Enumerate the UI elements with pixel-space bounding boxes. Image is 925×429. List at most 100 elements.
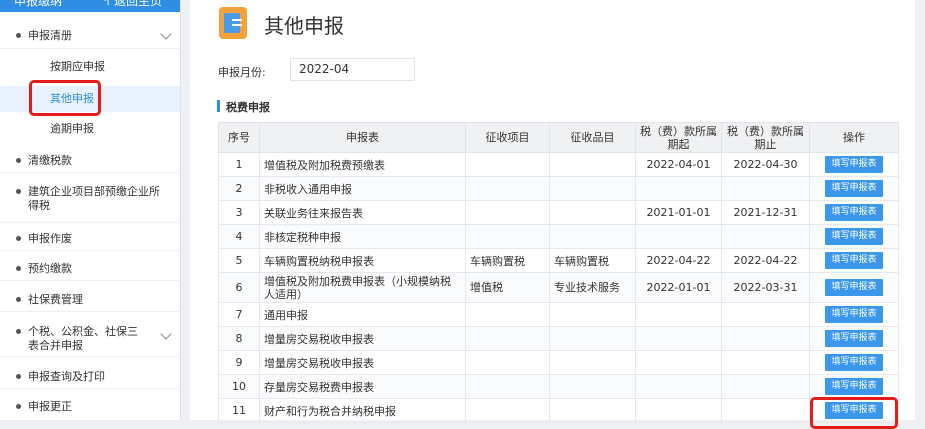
sidebar-item-scheduled-payment[interactable]: 预约缴款 [0, 258, 180, 281]
cell-end [721, 224, 810, 249]
cell-start [635, 176, 722, 201]
page-title: 其他申报 [264, 14, 344, 38]
bullet-icon [16, 329, 21, 334]
back-arrow-icon[interactable]: ↰ [101, 0, 111, 9]
table-row: 1 增值税及附加税费预缴表 2022-04-01 2022-04-30 填写申报… [218, 152, 899, 177]
fill-form-button[interactable]: 填写申报表 [825, 156, 883, 173]
cell-subitem [549, 326, 636, 351]
cell-form: 增值税及附加税费预缴表 [259, 152, 466, 177]
cell-form: 关联业务往来报告表 [259, 200, 466, 225]
bullet-icon [16, 404, 21, 409]
sidebar-item-combined-declaration[interactable]: 个税、公积金、社保三表合并申报 [0, 320, 180, 357]
chevron-down-icon[interactable] [160, 328, 172, 340]
cell-start [635, 326, 722, 351]
cell-no: 11 [218, 398, 260, 423]
cell-subitem [549, 350, 636, 375]
declaration-table: 序号 申报表 征收项目 征收品目 税（费）款所属期起 税（费）款所属期止 操作 … [218, 122, 899, 423]
cell-end [721, 326, 810, 351]
fill-form-button[interactable]: 填写申报表 [825, 252, 883, 269]
cell-end: 2021-12-31 [721, 200, 810, 225]
bullet-icon [16, 189, 21, 194]
cell-action: 填写申报表 [809, 152, 899, 177]
cell-item [465, 326, 550, 351]
cell-item [465, 302, 550, 327]
cell-form: 通用申报 [259, 302, 466, 327]
sidebar-item-void[interactable]: 申报作废 [0, 228, 180, 251]
cell-action: 填写申报表 [809, 374, 899, 399]
sidebar-subitem-overdue[interactable]: 逾期申报 [0, 118, 180, 140]
section-marker [217, 100, 220, 112]
cell-no: 3 [218, 200, 260, 225]
cell-end [721, 374, 810, 399]
cell-no: 4 [218, 224, 260, 249]
bullet-icon [16, 266, 21, 271]
sidebar-item-correction[interactable]: 申报更正 [0, 396, 180, 418]
cell-form: 增值税及附加税费申报表（小规模纳税人适用） [259, 272, 466, 303]
header-period-end: 税（费）款所属期止 [721, 122, 810, 153]
cell-item [465, 176, 550, 201]
back-home-link[interactable]: 返回主页 [114, 0, 162, 9]
cell-form: 财产和行为税合并纳税申报 [259, 398, 466, 423]
chevron-down-icon[interactable] [160, 28, 172, 40]
cell-form: 存量房交易税费申报表 [259, 374, 466, 399]
cell-start [635, 350, 722, 375]
highlight-box [29, 80, 101, 116]
table-row: 8 增量房交易税收申报表 填写申报表 [218, 326, 899, 351]
table-header-row: 序号 申报表 征收项目 征收品目 税（费）款所属期起 税（费）款所属期止 操作 [218, 122, 899, 153]
table-row: 5 车辆购置税纳税申报表 车辆购置税 车辆购置税 2022-04-22 2022… [218, 248, 899, 273]
cell-form: 车辆购置税纳税申报表 [259, 248, 466, 273]
cell-no: 8 [218, 326, 260, 351]
cell-subitem [549, 224, 636, 249]
header-period-start: 税（费）款所属期起 [635, 122, 722, 153]
fill-form-button[interactable]: 填写申报表 [825, 204, 883, 221]
section-title: 税费申报 [226, 101, 270, 114]
sidebar: 申报缴纳 ↰ 返回主页 申报清册 按期应申报 其他申报 逾期申报 清缴税款 建筑… [0, 0, 181, 420]
cell-subitem [549, 200, 636, 225]
table-row: 3 关联业务往来报告表 2021-01-01 2021-12-31 填写申报表 [218, 200, 899, 225]
fill-form-button[interactable]: 填写申报表 [825, 354, 883, 371]
cell-start: 2021-01-01 [635, 200, 722, 225]
header-item: 征收项目 [465, 122, 550, 153]
fill-form-button[interactable]: 填写申报表 [825, 378, 883, 395]
cell-action: 填写申报表 [809, 350, 899, 375]
cell-no: 9 [218, 350, 260, 375]
sidebar-item-clear-tax[interactable]: 清缴税款 [0, 150, 180, 173]
cell-form: 非税收入通用申报 [259, 176, 466, 201]
fill-form-button[interactable]: 填写申报表 [825, 330, 883, 347]
sidebar-item-declaration-list[interactable]: 申报清册 [0, 24, 180, 49]
sidebar-header: 申报缴纳 ↰ 返回主页 [0, 0, 180, 12]
header-action: 操作 [809, 122, 899, 153]
table-row: 10 存量房交易税费申报表 填写申报表 [218, 374, 899, 399]
bullet-icon [16, 297, 21, 302]
cell-end [721, 302, 810, 327]
header-form: 申报表 [259, 122, 466, 153]
header-subitem: 征收品目 [549, 122, 636, 153]
main-panel: 其他申报 申报月份: 2022-04 税费申报 序号 申报表 征收项目 征收品目… [190, 0, 915, 429]
cell-form: 非核定税种申报 [259, 224, 466, 249]
cell-end [721, 176, 810, 201]
cell-no: 6 [218, 272, 260, 303]
fill-form-button[interactable]: 填写申报表 [825, 228, 883, 245]
cell-action: 填写申报表 [809, 326, 899, 351]
cell-start: 2022-04-22 [635, 248, 722, 273]
cell-action: 填写申报表 [809, 302, 899, 327]
sidebar-subitem-periodic[interactable]: 按期应申报 [0, 56, 180, 78]
cell-start [635, 374, 722, 399]
cell-item [465, 350, 550, 375]
cell-form: 增量房交易税收申报表 [259, 326, 466, 351]
sidebar-item-construction-prepay[interactable]: 建筑企业项目部预缴企业所得税 [0, 180, 180, 223]
cell-end: 2022-03-31 [721, 272, 810, 303]
fill-form-button[interactable]: 填写申报表 [825, 306, 883, 323]
cell-action: 填写申报表 [809, 272, 899, 303]
cell-action: 填写申报表 [809, 224, 899, 249]
sidebar-item-query-print[interactable]: 申报查询及打印 [0, 366, 180, 389]
highlight-box [810, 397, 898, 429]
fill-form-button[interactable]: 填写申报表 [825, 180, 883, 197]
table-row: 6 增值税及附加税费申报表（小规模纳税人适用） 增值税 专业技术服务 2022-… [218, 272, 899, 303]
sidebar-item-social-security[interactable]: 社保费管理 [0, 289, 180, 312]
cell-start [635, 398, 722, 423]
fill-form-button[interactable]: 填写申报表 [825, 279, 883, 296]
header-no: 序号 [218, 122, 260, 153]
cell-start [635, 224, 722, 249]
month-field[interactable]: 2022-04 [290, 58, 415, 81]
